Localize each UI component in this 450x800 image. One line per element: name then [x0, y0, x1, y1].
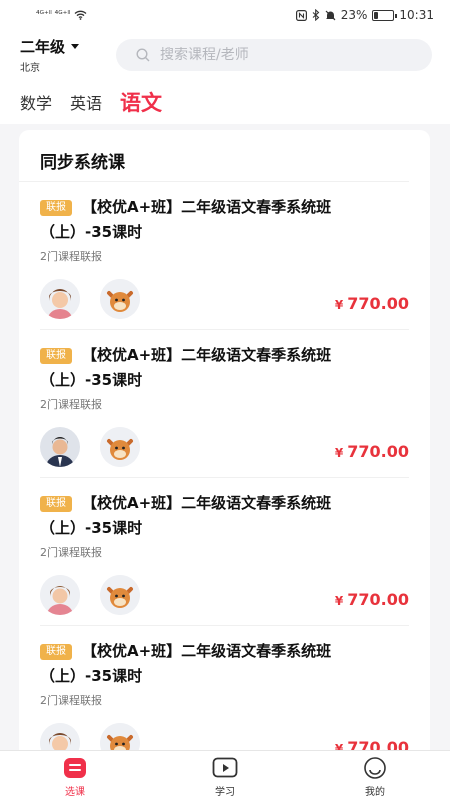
course-title-text: 【校优A+班】二年级语文春季系统班（上）-35课时 [40, 346, 332, 389]
course-item[interactable]: 联报 【校优A+班】二年级语文春季系统班（上）-35课时 2门课程联报 ¥770.… [40, 626, 409, 770]
search-icon [136, 48, 150, 62]
grade-selector[interactable]: 二年级 北京 [20, 36, 110, 74]
course-item[interactable]: 联报 【校优A+班】二年级语文春季系统班（上）-35课时 2门课程联报 ¥770.… [40, 330, 409, 478]
header: 二年级 北京 [0, 30, 450, 80]
teacher-avatar [40, 575, 80, 615]
profile-icon [364, 757, 386, 779]
course-subtitle: 2门课程联报 [40, 546, 102, 559]
course-title-text: 【校优A+班】二年级语文春季系统班（上）-35课时 [40, 198, 332, 241]
currency-symbol: ¥ [334, 594, 344, 608]
bundle-badge: 联报 [40, 644, 72, 660]
teacher-avatars [40, 427, 140, 467]
course-title: 联报 【校优A+班】二年级语文春季系统班（上）-35课时 [40, 343, 400, 393]
caret-down-icon [71, 44, 80, 49]
section-title: 同步系统课 [19, 130, 409, 182]
course-title-text: 【校优A+班】二年级语文春季系统班（上）-35课时 [40, 642, 332, 685]
course-subtitle: 2门课程联报 [40, 250, 102, 263]
course-item[interactable]: 联报 【校优A+班】二年级语文春季系统班（上）-35课时 2门课程联报 ¥770.… [40, 182, 409, 330]
tab-math[interactable]: 数学 [20, 90, 52, 114]
bottom-navigation: 选课 学习 我的 [0, 750, 450, 800]
signal-indicators: ⁴ᴳ⁺ˡˡ ⁴ᴳ⁺ˡˡ [36, 10, 87, 20]
battery-percent: 23% [340, 8, 368, 22]
currency-symbol: ¥ [334, 446, 344, 460]
nav-label: 学习 [215, 787, 235, 798]
search-input[interactable] [160, 47, 360, 63]
course-price: ¥770.00 [335, 442, 409, 461]
signal-icon: ⁴ᴳ⁺ˡˡ ⁴ᴳ⁺ˡˡ [36, 10, 71, 20]
teacher-avatars [40, 575, 140, 615]
nfc-icon [295, 9, 307, 21]
course-item[interactable]: 联报 【校优A+班】二年级语文春季系统班（上）-35课时 2门课程联报 ¥770.… [40, 478, 409, 626]
course-section-card: 同步系统课 联报 【校优A+班】二年级语文春季系统班（上）-35课时 2门课程联报… [19, 130, 430, 770]
price-value: 770.00 [347, 294, 409, 313]
mascot-avatar [100, 427, 140, 467]
teacher-avatars [40, 279, 140, 319]
course-title-text: 【校优A+班】二年级语文春季系统班（上）-35课时 [40, 494, 332, 537]
course-price: ¥770.00 [335, 590, 409, 609]
grade-title: 二年级 [20, 36, 110, 57]
bluetooth-icon [312, 9, 320, 21]
nav-label: 我的 [365, 787, 385, 798]
mute-icon [325, 10, 336, 20]
tab-english[interactable]: 英语 [70, 90, 102, 114]
course-subtitle: 2门课程联报 [40, 694, 102, 707]
battery-icon [372, 9, 398, 21]
course-title: 联报 【校优A+班】二年级语文春季系统班（上）-35课时 [40, 639, 400, 689]
price-value: 770.00 [347, 590, 409, 609]
status-bar: ⁴ᴳ⁺ˡˡ ⁴ᴳ⁺ˡˡ 23% 10:31 [0, 0, 450, 30]
price-value: 770.00 [347, 442, 409, 461]
course-title: 联报 【校优A+班】二年级语文春季系统班（上）-35课时 [40, 491, 400, 541]
course-select-icon [64, 758, 86, 778]
teacher-avatar [40, 427, 80, 467]
nav-label: 选课 [65, 787, 85, 798]
nav-study[interactable]: 学习 [150, 751, 300, 800]
course-title: 联报 【校优A+班】二年级语文春季系统班（上）-35课时 [40, 195, 400, 245]
play-video-icon [212, 757, 238, 778]
course-subtitle: 2门课程联报 [40, 398, 102, 411]
wifi-icon [74, 10, 87, 20]
currency-symbol: ¥ [334, 298, 344, 312]
status-right: 23% 10:31 [295, 8, 434, 22]
teacher-avatar [40, 279, 80, 319]
city-label: 北京 [20, 63, 40, 74]
clock-time: 10:31 [399, 8, 434, 22]
bundle-badge: 联报 [40, 200, 72, 216]
search-bar[interactable] [116, 39, 432, 71]
grade-label: 二年级 [20, 38, 66, 56]
bundle-badge: 联报 [40, 348, 72, 364]
subject-tabs: 数学 英语 语文 [0, 80, 450, 124]
nav-course-select[interactable]: 选课 [0, 751, 150, 800]
nav-mine[interactable]: 我的 [300, 751, 450, 800]
bundle-badge: 联报 [40, 496, 72, 512]
mascot-avatar [100, 575, 140, 615]
mascot-avatar [100, 279, 140, 319]
tab-chinese[interactable]: 语文 [120, 87, 162, 117]
course-price: ¥770.00 [335, 294, 409, 313]
